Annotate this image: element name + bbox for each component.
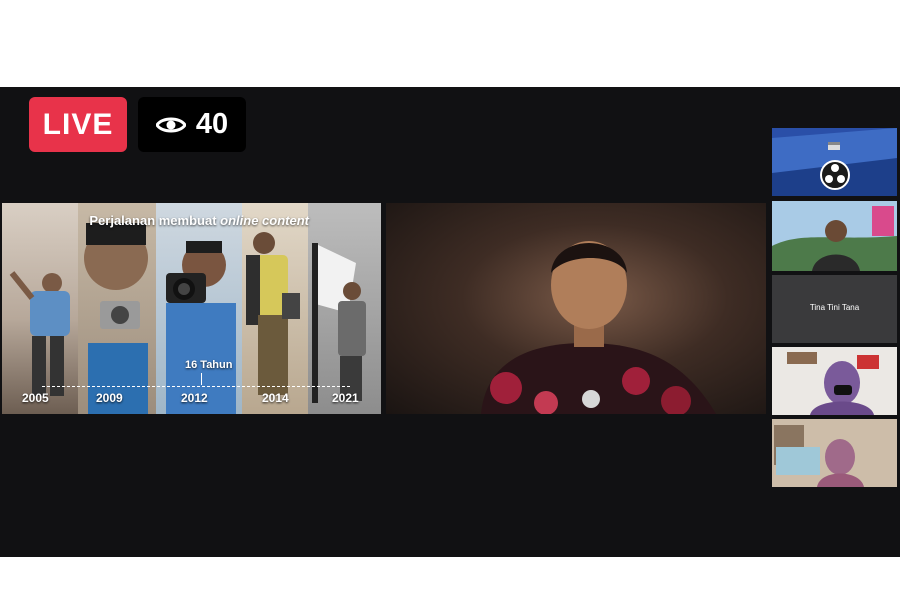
participant-tile[interactable] bbox=[772, 347, 897, 415]
obs-logo-icon bbox=[819, 159, 851, 196]
live-label: LIVE bbox=[42, 107, 114, 141]
year-label: 2012 bbox=[181, 391, 208, 405]
timeline-note-arrow bbox=[201, 373, 202, 385]
share-title-italic: online content bbox=[220, 213, 309, 228]
share-title-plain: Perjalanan membuat bbox=[89, 213, 221, 228]
participant-tile[interactable] bbox=[772, 419, 897, 487]
viewer-count: 40 bbox=[195, 108, 229, 140]
timeline-note: 16 Tahun bbox=[185, 359, 233, 371]
participant-tile[interactable] bbox=[772, 201, 897, 271]
timeline-line bbox=[42, 386, 350, 387]
photo-2021 bbox=[308, 203, 381, 414]
photo-2014 bbox=[242, 203, 308, 414]
year-label: 2009 bbox=[96, 391, 123, 405]
photo-2012 bbox=[156, 203, 242, 414]
eye-icon bbox=[155, 115, 186, 135]
live-badge: LIVE bbox=[29, 97, 127, 152]
main-speaker-video[interactable] bbox=[386, 203, 766, 414]
year-label: 2014 bbox=[262, 391, 289, 405]
year-label: 2021 bbox=[332, 391, 359, 405]
participant-tile[interactable]: Tina Tini Tana bbox=[772, 275, 897, 343]
photo-2005 bbox=[2, 203, 78, 414]
year-label: 2005 bbox=[22, 391, 49, 405]
shared-screen-panel[interactable]: Perjalanan membuat online content 16 Tah… bbox=[2, 203, 381, 414]
participant-tile[interactable] bbox=[772, 128, 897, 196]
viewer-count-badge: 40 bbox=[138, 97, 246, 152]
share-title: Perjalanan membuat online content bbox=[2, 213, 381, 228]
flag-icon bbox=[828, 137, 840, 150]
speaker-figure bbox=[481, 241, 716, 414]
photo-2009 bbox=[78, 203, 156, 414]
participant-name: Tina Tini Tana bbox=[809, 303, 860, 312]
